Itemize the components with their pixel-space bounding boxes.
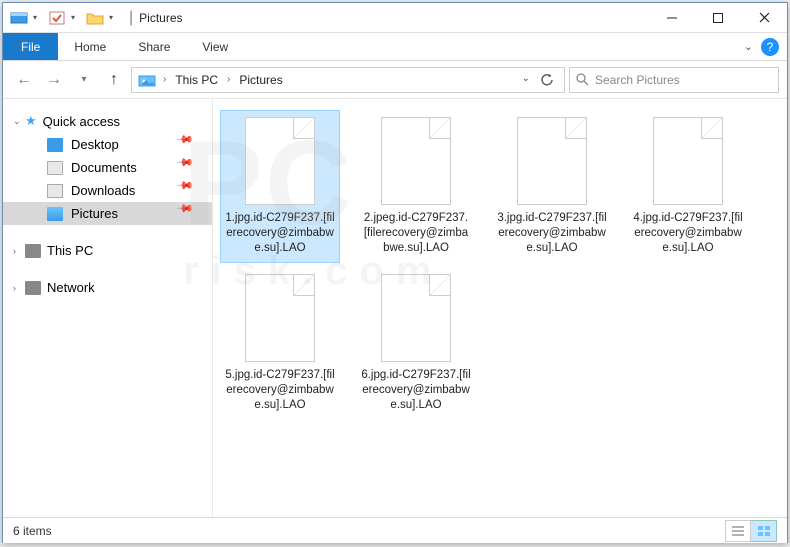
qat-dropdown-2-icon[interactable]: ▾ (71, 13, 81, 22)
close-button[interactable] (741, 3, 787, 33)
help-icon[interactable]: ? (761, 38, 779, 56)
forward-button[interactable]: → (41, 67, 67, 93)
breadcrumb-this-pc[interactable]: This PC (173, 73, 220, 87)
sidebar-item-desktop[interactable]: Desktop 📌 (3, 133, 212, 156)
sidebar-item-pictures[interactable]: Pictures 📌 (3, 202, 212, 225)
file-name: 6.jpg.id-C279F237.[filerecovery@zimbabwe… (361, 368, 471, 413)
refresh-icon[interactable] (540, 73, 554, 87)
star-icon: ★ (25, 113, 37, 129)
blank-file-icon (381, 117, 451, 205)
sidebar-label: Network (47, 280, 95, 295)
folder-icon (83, 7, 107, 29)
minimize-button[interactable] (649, 3, 695, 33)
explorer-window: ▾ ▾ ▾ | Pictures File Home S (2, 2, 788, 543)
pc-icon (25, 244, 41, 258)
sidebar-label: Quick access (43, 114, 120, 129)
sidebar-item-label: Documents (71, 160, 137, 175)
item-count: 6 items (13, 524, 52, 538)
pin-icon: 📌 (176, 199, 205, 228)
file-name: 4.jpg.id-C279F237.[filerecovery@zimbabwe… (633, 211, 743, 256)
expand-icon[interactable]: › (13, 283, 16, 293)
search-placeholder: Search Pictures (595, 73, 680, 87)
search-input[interactable]: Search Pictures (569, 67, 779, 93)
address-bar[interactable]: › This PC › Pictures ⌄ (131, 67, 565, 93)
sidebar-this-pc[interactable]: › This PC (3, 239, 212, 262)
tab-view[interactable]: View (186, 33, 244, 60)
details-view-button[interactable] (725, 520, 751, 542)
thumbnails-view-button[interactable] (751, 520, 777, 542)
collapse-ribbon-icon[interactable]: ⌄ (744, 40, 753, 53)
recent-locations-icon[interactable]: ▾ (71, 67, 97, 93)
pin-icon: 📌 (176, 130, 205, 159)
sidebar-item-documents[interactable]: Documents 📌 (3, 156, 212, 179)
properties-icon[interactable] (45, 7, 69, 29)
desktop-icon (47, 138, 63, 152)
title-separator: | (129, 9, 133, 27)
file-tab[interactable]: File (3, 33, 58, 60)
window-title: Pictures (139, 11, 182, 25)
tab-home[interactable]: Home (58, 33, 122, 60)
blank-file-icon (381, 274, 451, 362)
expand-icon[interactable]: › (13, 246, 16, 256)
file-name: 3.jpg.id-C279F237.[filerecovery@zimbabwe… (497, 211, 607, 256)
blank-file-icon (517, 117, 587, 205)
pictures-folder-icon (138, 73, 156, 87)
status-bar: 6 items (3, 517, 787, 543)
blank-file-icon (245, 274, 315, 362)
file-name: 1.jpg.id-C279F237.[filerecovery@zimbabwe… (225, 211, 335, 256)
file-item[interactable]: 4.jpg.id-C279F237.[filerecovery@zimbabwe… (629, 111, 747, 262)
file-item[interactable]: 5.jpg.id-C279F237.[filerecovery@zimbabwe… (221, 268, 339, 419)
quick-access-toolbar: ▾ ▾ ▾ (3, 7, 123, 29)
file-item[interactable]: 3.jpg.id-C279F237.[filerecovery@zimbabwe… (493, 111, 611, 262)
file-name: 2.jpeg.id-C279F237.[filerecovery@zimbabw… (361, 211, 471, 256)
pictures-icon (47, 207, 63, 221)
file-item[interactable]: 2.jpeg.id-C279F237.[filerecovery@zimbabw… (357, 111, 475, 262)
ribbon-tabs: File Home Share View ⌄ ? (3, 33, 787, 61)
breadcrumb-chevron-icon[interactable]: › (160, 74, 169, 85)
navigation-sidebar: ⌄ ★ Quick access Desktop 📌 Documents 📌 D… (3, 99, 213, 517)
sidebar-quick-access[interactable]: ⌄ ★ Quick access (3, 109, 212, 133)
downloads-icon (47, 184, 63, 198)
blank-file-icon (653, 117, 723, 205)
tab-share[interactable]: Share (122, 33, 186, 60)
title-bar: ▾ ▾ ▾ | Pictures (3, 3, 787, 33)
pin-icon: 📌 (176, 176, 205, 205)
sidebar-item-label: Pictures (71, 206, 118, 221)
breadcrumb-pictures[interactable]: Pictures (237, 73, 284, 87)
network-icon (25, 281, 41, 295)
back-button[interactable]: ← (11, 67, 37, 93)
expand-icon[interactable]: ⌄ (13, 116, 21, 127)
qat-dropdown-3-icon[interactable]: ▾ (109, 13, 119, 22)
explorer-icon[interactable] (7, 7, 31, 29)
file-list-pane[interactable]: 1.jpg.id-C279F237.[filerecovery@zimbabwe… (213, 99, 787, 517)
sidebar-network[interactable]: › Network (3, 276, 212, 299)
sidebar-label: This PC (47, 243, 93, 258)
blank-file-icon (245, 117, 315, 205)
navigation-bar: ← → ▾ ↑ › This PC › Pictures ⌄ Search P (3, 61, 787, 99)
file-name: 5.jpg.id-C279F237.[filerecovery@zimbabwe… (225, 368, 335, 413)
documents-icon (47, 161, 63, 175)
body-pane: ⌄ ★ Quick access Desktop 📌 Documents 📌 D… (3, 99, 787, 517)
qat-dropdown-1-icon[interactable]: ▾ (33, 13, 43, 22)
breadcrumb-chevron-icon[interactable]: › (224, 74, 233, 85)
file-item[interactable]: 1.jpg.id-C279F237.[filerecovery@zimbabwe… (221, 111, 339, 262)
maximize-button[interactable] (695, 3, 741, 33)
sidebar-item-label: Desktop (71, 137, 119, 152)
file-item[interactable]: 6.jpg.id-C279F237.[filerecovery@zimbabwe… (357, 268, 475, 419)
address-dropdown-icon[interactable]: ⌄ (522, 73, 530, 87)
pin-icon: 📌 (176, 153, 205, 182)
search-icon (576, 73, 589, 86)
up-button[interactable]: ↑ (101, 67, 127, 93)
sidebar-item-downloads[interactable]: Downloads 📌 (3, 179, 212, 202)
sidebar-item-label: Downloads (71, 183, 135, 198)
window-controls (649, 3, 787, 33)
